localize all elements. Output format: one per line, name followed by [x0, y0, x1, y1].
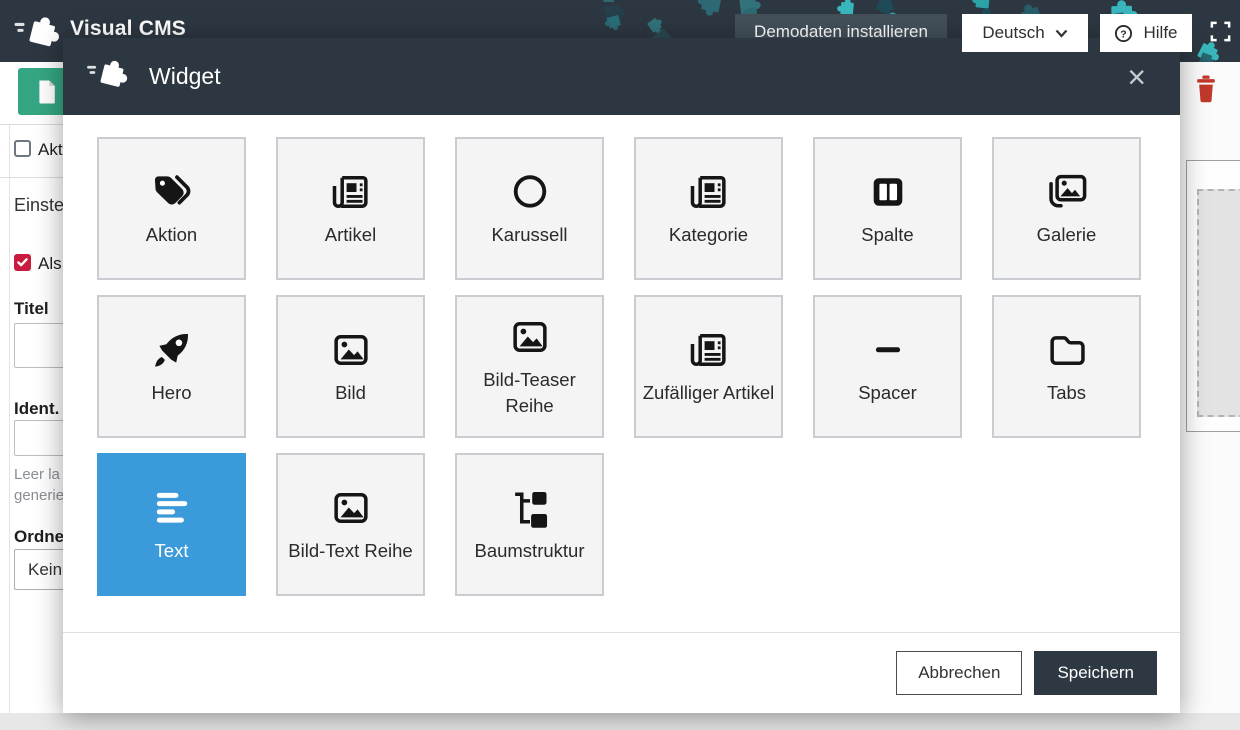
- widget-tile-label: Galerie: [1032, 222, 1102, 248]
- page-left-panel: Akt Einste Als Titel Ident. Leer la gene…: [0, 62, 63, 713]
- close-icon[interactable]: ×: [1123, 61, 1150, 93]
- widget-tile-label: Bild: [330, 380, 371, 406]
- widget-tile-bild[interactable]: Bild: [276, 295, 425, 438]
- visual-cms-logo-puzzle-icon: [14, 12, 66, 57]
- chevron-down-icon: [1055, 29, 1068, 38]
- widget-tile-label: Zufälliger Artikel: [638, 380, 780, 406]
- widget-tile-label: Bild-Teaser Reihe: [457, 367, 602, 419]
- tree-icon: [507, 486, 553, 530]
- language-select-button[interactable]: Deutsch: [962, 14, 1088, 52]
- active-checkbox-label: Akt: [38, 140, 63, 160]
- check-icon: [17, 258, 28, 267]
- widget-tile-label: Spalte: [856, 222, 918, 248]
- circle-icon: [507, 170, 553, 214]
- file-icon: [35, 78, 57, 106]
- tags-icon: [149, 170, 195, 214]
- widget-tile-label: Spacer: [853, 380, 922, 406]
- widget-tile-label: Kategorie: [664, 222, 753, 248]
- newspaper-icon: [686, 170, 732, 214]
- widget-drop-zone[interactable]: [1197, 189, 1240, 417]
- widget-tile-zufälliger-artikel[interactable]: Zufälliger Artikel: [634, 295, 783, 438]
- save-button[interactable]: Speichern: [1034, 651, 1157, 695]
- help-label: Hilfe: [1143, 23, 1177, 43]
- images-icon: [1044, 170, 1090, 214]
- align-left-icon: [149, 486, 195, 530]
- page-bottom-strip: [0, 713, 1240, 730]
- widget-modal-footer: Abbrechen Speichern: [63, 632, 1180, 713]
- widget-tile-label: Hero: [146, 380, 196, 406]
- cancel-button[interactable]: Abbrechen: [896, 651, 1022, 695]
- layout-panel: [1186, 160, 1240, 432]
- widget-tile-spalte[interactable]: Spalte: [813, 137, 962, 280]
- as-checkbox-label: Als: [38, 254, 62, 274]
- as-checkbox[interactable]: [14, 254, 31, 271]
- active-checkbox[interactable]: [14, 140, 31, 157]
- language-label: Deutsch: [982, 23, 1044, 43]
- widget-tile-galerie[interactable]: Galerie: [992, 137, 1141, 280]
- widget-tile-label: Artikel: [320, 222, 381, 248]
- title-input[interactable]: [14, 323, 63, 368]
- widget-tile-label: Text: [150, 538, 194, 564]
- identifier-help-text: generie: [14, 487, 63, 504]
- minus-icon: [865, 328, 911, 372]
- widget-tile-hero[interactable]: Hero: [97, 295, 246, 438]
- help-button[interactable]: ? Hilfe: [1100, 14, 1192, 52]
- newspaper-icon: [328, 170, 374, 214]
- widget-tile-bild-teaser-reihe[interactable]: Bild-Teaser Reihe: [455, 295, 604, 438]
- svg-text:?: ?: [1121, 29, 1127, 40]
- widget-tile-spacer[interactable]: Spacer: [813, 295, 962, 438]
- divider: [0, 177, 63, 178]
- folder-select-value: Kein: [28, 560, 62, 580]
- identifier-input[interactable]: [14, 420, 63, 456]
- page-right-panel: [1180, 62, 1240, 713]
- widget-grid: Aktion Artikel Karussell Kategorie Spalte Gal…: [63, 115, 1180, 596]
- settings-heading: Einste: [14, 195, 63, 216]
- title-field-label: Titel: [14, 299, 49, 319]
- visual-cms-app: Visual CMS Demodaten installieren Deutsc…: [0, 0, 1240, 730]
- rocket-icon: [149, 328, 195, 372]
- widget-modal: Widget × Aktion Artikel Karussell Kategorie…: [63, 38, 1180, 713]
- widget-tile-bild-text-reihe[interactable]: Bild-Text Reihe: [276, 453, 425, 596]
- identifier-field-label: Ident.: [14, 399, 59, 419]
- widget-tile-label: Tabs: [1042, 380, 1091, 406]
- trash-icon[interactable]: [1193, 75, 1219, 104]
- widget-tile-kategorie[interactable]: Kategorie: [634, 137, 783, 280]
- widget-tile-aktion[interactable]: Aktion: [97, 137, 246, 280]
- folder-select[interactable]: Kein: [14, 549, 63, 590]
- identifier-help-text: Leer la: [14, 466, 60, 483]
- widget-tile-label: Baumstruktur: [469, 538, 589, 564]
- widget-tile-label: Karussell: [486, 222, 572, 248]
- image-icon: [328, 328, 374, 372]
- fullscreen-icon[interactable]: [1209, 20, 1232, 48]
- modal-puzzle-icon: [87, 56, 133, 97]
- widget-tile-label: Aktion: [141, 222, 202, 248]
- columns-icon: [865, 170, 911, 214]
- newspaper-icon: [686, 328, 732, 372]
- widget-tile-tabs[interactable]: Tabs: [992, 295, 1141, 438]
- image-icon: [328, 486, 374, 530]
- modal-title: Widget: [149, 63, 221, 90]
- new-page-button[interactable]: [18, 68, 63, 115]
- divider: [0, 124, 63, 125]
- question-circle-icon: ?: [1114, 24, 1133, 43]
- widget-tile-baumstruktur[interactable]: Baumstruktur: [455, 453, 604, 596]
- widget-tile-karussell[interactable]: Karussell: [455, 137, 604, 280]
- image-icon: [507, 315, 553, 359]
- widget-tile-text[interactable]: Text: [97, 453, 246, 596]
- folder-field-label: Ordne: [14, 527, 63, 547]
- widget-modal-body: Aktion Artikel Karussell Kategorie Spalte Gal…: [63, 115, 1180, 632]
- widget-tile-artikel[interactable]: Artikel: [276, 137, 425, 280]
- widget-tile-label: Bild-Text Reihe: [283, 538, 417, 564]
- folder-icon: [1044, 328, 1090, 372]
